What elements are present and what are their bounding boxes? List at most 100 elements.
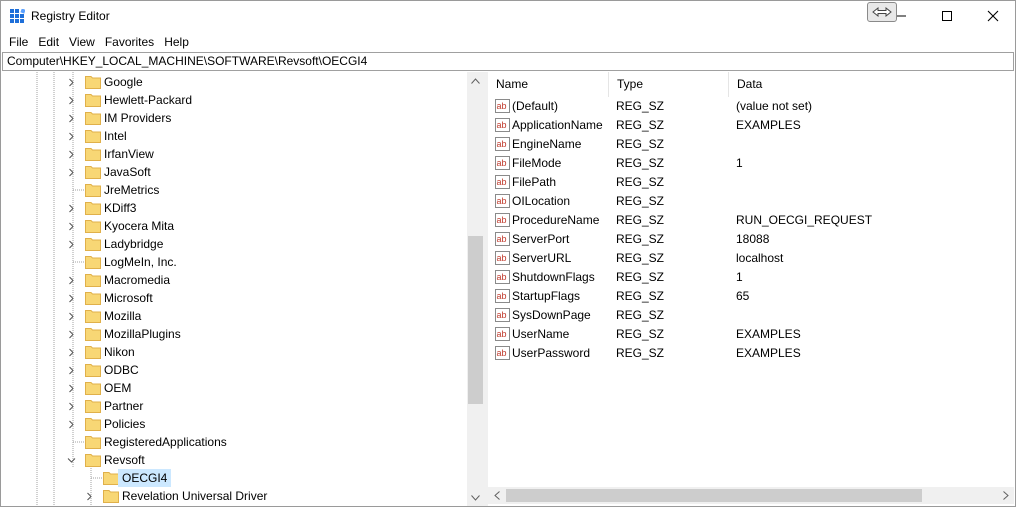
registry-value-row[interactable]: ab ServerURL REG_SZ localhost bbox=[488, 249, 1014, 268]
tree-item[interactable]: IM Providers bbox=[2, 109, 467, 127]
tree-item[interactable]: Microsoft bbox=[2, 289, 467, 307]
tree-item-label[interactable]: IM Providers bbox=[102, 109, 173, 127]
tree-item-label-selected[interactable]: OECGI4 bbox=[118, 469, 172, 487]
tree-item-label[interactable]: Revsoft bbox=[102, 451, 147, 469]
tree-item[interactable]: Macromedia bbox=[2, 271, 467, 289]
registry-value-row[interactable]: ab ProcedureName REG_SZ RUN_OECGI_REQUEST bbox=[488, 211, 1014, 230]
expand-toggle[interactable] bbox=[66, 271, 76, 289]
maximize-button[interactable] bbox=[924, 1, 970, 31]
tree-item[interactable]: Ladybridge bbox=[2, 235, 467, 253]
tree-item[interactable]: ODBC bbox=[2, 361, 467, 379]
tree-item-label[interactable]: Intel bbox=[102, 127, 129, 145]
registry-value-row[interactable]: ab UserName REG_SZ EXAMPLES bbox=[488, 325, 1014, 344]
expand-toggle[interactable] bbox=[66, 343, 76, 361]
menu-favorites[interactable]: Favorites bbox=[100, 32, 159, 52]
tree-item[interactable]: LogMeIn, Inc. bbox=[2, 253, 467, 271]
registry-value-row[interactable]: ab EngineName REG_SZ bbox=[488, 135, 1014, 154]
registry-value-row[interactable]: ab UserPassword REG_SZ EXAMPLES bbox=[488, 344, 1014, 363]
expand-toggle[interactable] bbox=[66, 91, 76, 109]
registry-value-row[interactable]: ab ShutdownFlags REG_SZ 1 bbox=[488, 268, 1014, 287]
expand-toggle[interactable] bbox=[66, 163, 76, 181]
tree-item-label[interactable]: ODBC bbox=[102, 361, 141, 379]
expand-toggle[interactable] bbox=[66, 379, 76, 397]
tree-item-label[interactable]: Hewlett-Packard bbox=[102, 91, 194, 109]
tree-item[interactable]: JavaSoft bbox=[2, 163, 467, 181]
tree-item-label[interactable]: JavaSoft bbox=[102, 163, 153, 181]
expand-toggle[interactable] bbox=[66, 109, 76, 127]
registry-value-row[interactable]: ab ApplicationName REG_SZ EXAMPLES bbox=[488, 116, 1014, 135]
expand-toggle[interactable] bbox=[66, 199, 76, 217]
tree-item[interactable]: Policies bbox=[2, 415, 467, 433]
tree-item-label[interactable]: JreMetrics bbox=[102, 181, 161, 199]
tree-item-label[interactable]: RegisteredApplications bbox=[102, 433, 229, 451]
column-header-type[interactable]: Type bbox=[609, 72, 729, 97]
menu-view[interactable]: View bbox=[64, 32, 100, 52]
tree-item[interactable]: Google bbox=[2, 73, 467, 91]
registry-value-row[interactable]: ab ServerPort REG_SZ 18088 bbox=[488, 230, 1014, 249]
tree-item[interactable]: OECGI4 bbox=[2, 469, 467, 487]
tree-item[interactable]: IrfanView bbox=[2, 145, 467, 163]
values-list[interactable]: Name Type Data ab (Default) REG_SZ (value n… bbox=[488, 72, 1014, 506]
expand-toggle[interactable] bbox=[66, 397, 76, 415]
expand-toggle[interactable] bbox=[66, 235, 76, 253]
tree-item-label[interactable]: OEM bbox=[102, 379, 133, 397]
list-horizontal-scrollbar[interactable] bbox=[488, 487, 1014, 504]
tree-item-label[interactable]: MozillaPlugins bbox=[102, 325, 183, 343]
tree-item[interactable]: JreMetrics bbox=[2, 181, 467, 199]
tree-vertical-scrollbar[interactable] bbox=[467, 72, 484, 506]
registry-value-row[interactable]: ab SysDownPage REG_SZ bbox=[488, 306, 1014, 325]
tree-item[interactable]: OEM bbox=[2, 379, 467, 397]
scroll-thumb[interactable] bbox=[506, 489, 922, 502]
expand-toggle[interactable] bbox=[66, 289, 76, 307]
tree-item[interactable]: Revsoft bbox=[2, 451, 467, 469]
tree-item-label[interactable]: Policies bbox=[102, 415, 147, 433]
tree-item[interactable]: Mozilla bbox=[2, 307, 467, 325]
registry-value-row[interactable]: ab (Default) REG_SZ (value not set) bbox=[488, 97, 1014, 116]
tree-item[interactable]: MozillaPlugins bbox=[2, 325, 467, 343]
registry-value-row[interactable]: ab StartupFlags REG_SZ 65 bbox=[488, 287, 1014, 306]
expand-toggle[interactable] bbox=[66, 415, 76, 433]
scroll-down-button[interactable] bbox=[467, 489, 484, 506]
tree-item[interactable]: Hewlett-Packard bbox=[2, 91, 467, 109]
menu-file[interactable]: File bbox=[4, 32, 33, 52]
registry-value-row[interactable]: ab FileMode REG_SZ 1 bbox=[488, 154, 1014, 173]
scroll-left-button[interactable] bbox=[488, 487, 505, 504]
expand-toggle[interactable] bbox=[66, 127, 76, 145]
expand-toggle[interactable] bbox=[66, 217, 76, 235]
registry-value-row[interactable]: ab OILocation REG_SZ bbox=[488, 192, 1014, 211]
expand-toggle[interactable] bbox=[84, 487, 94, 505]
expand-toggle[interactable] bbox=[66, 73, 76, 91]
tree-item[interactable]: Nikon bbox=[2, 343, 467, 361]
tree-item-label[interactable]: IrfanView bbox=[102, 145, 156, 163]
expand-toggle[interactable] bbox=[66, 145, 76, 163]
tree-item[interactable]: Kyocera Mita bbox=[2, 217, 467, 235]
scroll-up-button[interactable] bbox=[467, 72, 484, 89]
column-header-name[interactable]: Name bbox=[488, 72, 609, 97]
tree-item-label[interactable]: Nikon bbox=[102, 343, 137, 361]
scroll-right-button[interactable] bbox=[997, 487, 1014, 504]
menu-help[interactable]: Help bbox=[159, 32, 194, 52]
tree-item-label[interactable]: Microsoft bbox=[102, 289, 155, 307]
expand-toggle[interactable] bbox=[66, 325, 76, 343]
tree-item-label[interactable]: LogMeIn, Inc. bbox=[102, 253, 179, 271]
tree-item[interactable]: KDiff3 bbox=[2, 199, 467, 217]
scroll-thumb[interactable] bbox=[468, 236, 483, 404]
address-bar[interactable]: Computer\HKEY_LOCAL_MACHINE\SOFTWARE\Rev… bbox=[2, 52, 1014, 71]
tree-item-label[interactable]: Ladybridge bbox=[102, 235, 165, 253]
tree-item[interactable]: Intel bbox=[2, 127, 467, 145]
tree-item-label[interactable]: KDiff3 bbox=[102, 199, 138, 217]
expand-toggle[interactable] bbox=[66, 307, 76, 325]
close-button[interactable] bbox=[970, 1, 1016, 31]
tree-item-label[interactable]: Macromedia bbox=[102, 271, 172, 289]
tree-item-label[interactable]: Kyocera Mita bbox=[102, 217, 176, 235]
tree-item-label[interactable]: Partner bbox=[102, 397, 145, 415]
tree-item[interactable]: Partner bbox=[2, 397, 467, 415]
column-header-data[interactable]: Data bbox=[729, 72, 1014, 97]
tree-item[interactable]: RegisteredApplications bbox=[2, 433, 467, 451]
tree-item-label[interactable]: Mozilla bbox=[102, 307, 143, 325]
collapse-toggle[interactable] bbox=[66, 451, 76, 469]
key-tree[interactable]: Google Hewlett-Packard IM Providers Intel Ir… bbox=[2, 72, 484, 506]
title-bar[interactable]: Registry Editor bbox=[1, 1, 1015, 31]
menu-edit[interactable]: Edit bbox=[33, 32, 64, 52]
tree-item-label[interactable]: Revelation Universal Driver bbox=[120, 487, 269, 505]
